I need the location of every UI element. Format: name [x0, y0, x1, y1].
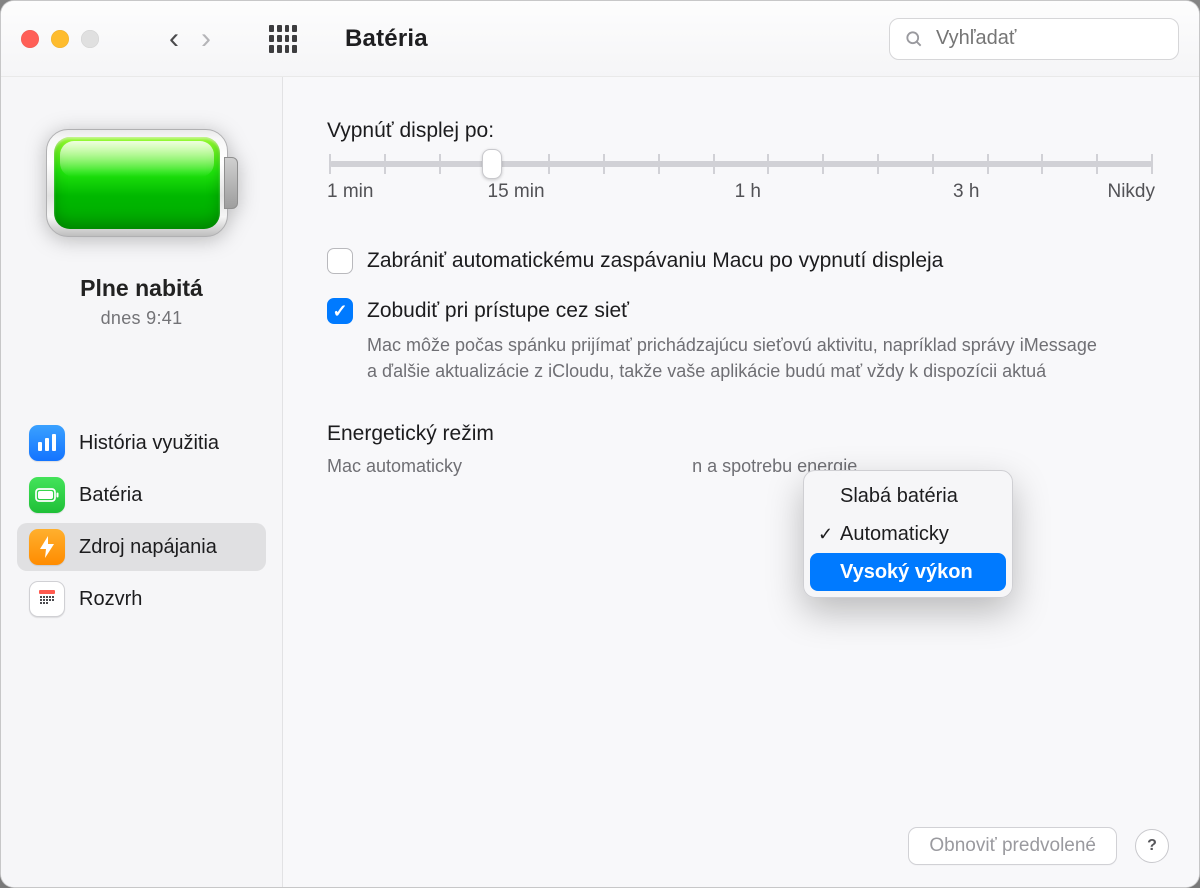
preferences-window: ‹ › Batéria Plne nabitá dnes 9:41 [0, 0, 1200, 888]
slider-label: 15 min [488, 181, 545, 203]
sidebar-item-power-adapter[interactable]: Zdroj napájania [17, 523, 266, 571]
search-input[interactable] [934, 26, 1164, 51]
display-sleep-label: Vypnúť displej po: [327, 119, 1155, 143]
prevent-sleep-label: Zabrániť automatickému zaspávaniu Macu p… [367, 247, 943, 275]
slider-thumb[interactable] [482, 149, 502, 179]
help-button[interactable]: ? [1135, 829, 1169, 863]
sidebar-item-label: Batéria [79, 484, 142, 507]
toolbar: ‹ › Batéria [1, 1, 1199, 77]
wake-network-desc: Mac môže počas spánku prijímať prichádza… [367, 332, 1107, 384]
battery-hero-icon [46, 129, 238, 237]
option-label: Automaticky [840, 523, 949, 546]
sidebar-item-label: Rozvrh [79, 588, 142, 611]
display-sleep-slider[interactable] [329, 161, 1153, 167]
sidebar-item-label: História využitia [79, 432, 219, 455]
energy-mode-label: Energetický režim [327, 422, 494, 446]
zoom-window-button[interactable] [81, 30, 99, 48]
show-all-prefs-button[interactable] [269, 25, 297, 53]
search-icon [904, 29, 924, 49]
sidebar-item-label: Zdroj napájania [79, 536, 217, 559]
energy-mode-option-low[interactable]: Slabá batéria [810, 477, 1006, 515]
wake-network-row: ✓ Zobudiť pri prístupe cez sieť Mac môže… [327, 297, 1155, 384]
footer: Obnoviť predvolené ? [908, 827, 1169, 865]
wake-network-label: Zobudiť pri prístupe cez sieť [367, 297, 1107, 325]
battery-icon [29, 477, 65, 513]
battery-status-title: Plne nabitá [80, 275, 203, 302]
energy-mode-dropdown[interactable]: Slabá batéria ✓ Automaticky Vysoký výkon [803, 470, 1013, 598]
energy-mode-row: Energetický režim [327, 422, 1155, 446]
chart-bar-icon [29, 425, 65, 461]
page-title: Batéria [345, 25, 428, 53]
option-label: Vysoký výkon [840, 561, 973, 584]
energy-mode-option-auto[interactable]: ✓ Automaticky [810, 515, 1006, 553]
back-button[interactable]: ‹ [169, 24, 179, 54]
nav-arrows: ‹ › [169, 24, 211, 54]
schedule-icon [29, 581, 65, 617]
forward-button[interactable]: › [201, 24, 211, 54]
bolt-icon [29, 529, 65, 565]
sidebar: Plne nabitá dnes 9:41 História využitia … [1, 77, 283, 887]
checkmark-icon: ✓ [818, 524, 833, 545]
slider-label: 1 h [735, 181, 761, 203]
slider-label: 1 min [327, 181, 373, 203]
energy-mode-option-high[interactable]: Vysoký výkon [810, 553, 1006, 591]
window-controls [21, 30, 99, 48]
search-field[interactable] [889, 18, 1179, 60]
energy-mode-desc: Mac automaticky n a spotrebu energie. [327, 456, 1155, 477]
battery-status-time: dnes 9:41 [101, 308, 183, 329]
sidebar-item-schedule[interactable]: Rozvrh [17, 575, 266, 623]
close-window-button[interactable] [21, 30, 39, 48]
main-pane: Vypnúť displej po: 1 min 15 min 1 h 3 h … [283, 77, 1199, 887]
display-sleep-section: Vypnúť displej po: 1 min 15 min 1 h 3 h … [327, 119, 1155, 203]
prevent-sleep-row: Zabrániť automatickému zaspávaniu Macu p… [327, 247, 1155, 275]
sidebar-item-usage-history[interactable]: História využitia [17, 419, 266, 467]
wake-network-checkbox[interactable]: ✓ [327, 298, 353, 324]
minimize-window-button[interactable] [51, 30, 69, 48]
prevent-sleep-checkbox[interactable] [327, 248, 353, 274]
slider-label: 3 h [953, 181, 979, 203]
slider-labels: 1 min 15 min 1 h 3 h Nikdy [327, 181, 1155, 203]
sidebar-item-battery[interactable]: Batéria [17, 471, 266, 519]
slider-label: Nikdy [1107, 181, 1155, 203]
sidebar-menu: História využitia Batéria Zdroj napájani… [17, 419, 266, 623]
option-label: Slabá batéria [840, 485, 958, 508]
restore-defaults-button[interactable]: Obnoviť predvolené [908, 827, 1117, 865]
